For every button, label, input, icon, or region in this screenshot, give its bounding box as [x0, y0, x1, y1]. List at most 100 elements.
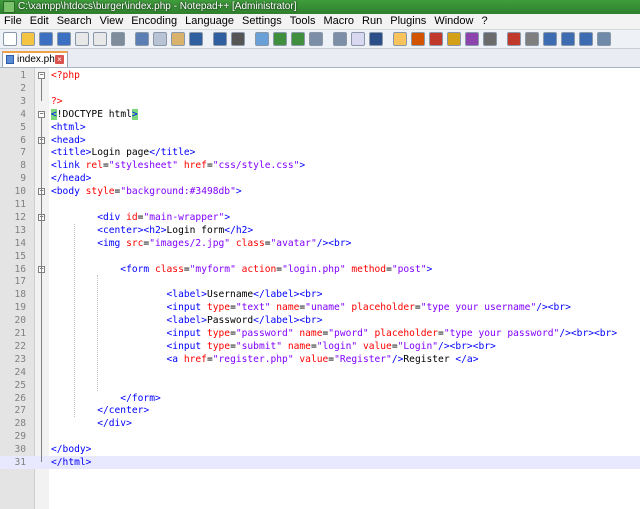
close-tab-icon[interactable]: × [55, 55, 64, 64]
save-macro-icon[interactable] [579, 32, 593, 46]
tab-index-php[interactable]: index.php × [2, 51, 68, 67]
code-line[interactable]: 6 <head> [0, 134, 640, 147]
code-token: <head> [51, 134, 86, 146]
code-token: name [270, 302, 300, 314]
code-line[interactable]: 2 [0, 82, 640, 95]
menu-encoding[interactable]: Encoding [127, 14, 181, 29]
word-wrap-icon[interactable] [351, 32, 365, 46]
launch-browser-icon[interactable] [597, 32, 611, 46]
menu-language[interactable]: Language [181, 14, 238, 29]
save-icon[interactable] [39, 32, 53, 46]
code-editor[interactable]: 1 <?php 2 3 ?> 4 <!DOCTYPE html> 5 <html> 6 <head>… [0, 68, 640, 509]
zoom-in-icon[interactable] [273, 32, 287, 46]
print-icon[interactable] [111, 32, 125, 46]
menu-search[interactable]: Search [53, 14, 96, 29]
play-macro-icon[interactable] [543, 32, 557, 46]
record-macro-icon[interactable] [507, 32, 521, 46]
code-line[interactable]: 9 </head> [0, 172, 640, 185]
code-line[interactable]: 21 <input type="password" name="pword" p… [0, 327, 640, 340]
code-line[interactable]: 23 <a href="register.php" value="Registe… [0, 353, 640, 366]
code-line[interactable]: 13 <center><h2>Login form</h2> [0, 224, 640, 237]
menu-help[interactable]: ? [477, 14, 491, 29]
code-line[interactable]: 27 </center> [0, 404, 640, 417]
indent-guide-icon[interactable] [393, 32, 407, 46]
code-line[interactable]: 12 <div id="main-wrapper"> [0, 211, 640, 224]
paste-icon[interactable] [171, 32, 185, 46]
sync-vertical-icon[interactable] [309, 32, 323, 46]
line-number: 19 [14, 302, 26, 314]
replace-icon[interactable] [255, 32, 269, 46]
menu-tools[interactable]: Tools [286, 14, 320, 29]
code-line[interactable]: 30 </body> [0, 443, 640, 456]
code-token: class [230, 237, 265, 249]
function-list-icon[interactable] [447, 32, 461, 46]
code-line[interactable]: 19 <input type="text" name="uname" place… [0, 301, 640, 314]
code-line[interactable]: 10 <body style="background:#3498db"> [0, 185, 640, 198]
code-line[interactable]: 8 <link rel="stylesheet" href="css/style.… [0, 159, 640, 172]
menu-plugins[interactable]: Plugins [386, 14, 430, 29]
monitoring-icon[interactable] [483, 32, 497, 46]
close-all-icon[interactable] [93, 32, 107, 46]
code-line[interactable]: 4 <!DOCTYPE html> [0, 108, 640, 121]
undo-icon[interactable] [189, 32, 203, 46]
code-line[interactable]: 15 [0, 250, 640, 263]
doc-map-icon[interactable] [429, 32, 443, 46]
code-token: > [299, 160, 306, 172]
code-line[interactable]: 16 <form class="myform" action="login.ph… [0, 263, 640, 276]
code-line[interactable]: 25 [0, 379, 640, 392]
code-token: action [235, 263, 277, 275]
menu-view[interactable]: View [96, 14, 128, 29]
show-all-chars-icon[interactable] [369, 32, 383, 46]
code-token: </div> [51, 418, 132, 430]
new-file-icon[interactable] [3, 32, 17, 46]
code-line[interactable]: 7 <title>Login page</title> [0, 146, 640, 159]
code-line[interactable]: 5 <html> [0, 121, 640, 134]
code-token: <form [51, 263, 155, 275]
close-icon[interactable] [75, 32, 89, 46]
user-lang-icon[interactable] [411, 32, 425, 46]
code-token: </html> [51, 457, 92, 468]
code-line[interactable]: 26 </form> [0, 392, 640, 405]
code-token: value [357, 340, 392, 352]
line-number: 28 [14, 418, 26, 430]
find-icon[interactable] [231, 32, 245, 46]
code-token: type [206, 340, 231, 352]
code-token: <div [51, 211, 127, 223]
code-line[interactable]: 31 </html> [0, 456, 640, 469]
menu-file[interactable]: File [0, 14, 26, 29]
menu-macro[interactable]: Macro [319, 14, 358, 29]
line-number: 3 [20, 95, 26, 107]
menu-run[interactable]: Run [358, 14, 386, 29]
sync-horizontal-icon[interactable] [333, 32, 347, 46]
stop-record-icon[interactable] [525, 32, 539, 46]
code-line[interactable]: 3 ?> [0, 95, 640, 108]
code-line[interactable]: 11 [0, 198, 640, 211]
open-file-icon[interactable] [21, 32, 35, 46]
cut-icon[interactable] [135, 32, 149, 46]
code-line[interactable]: 29 [0, 430, 640, 443]
menu-window[interactable]: Window [430, 14, 477, 29]
code-line[interactable]: 14 <img src="images/2.jpg" class="avatar… [0, 237, 640, 250]
zoom-out-icon[interactable] [291, 32, 305, 46]
redo-icon[interactable] [213, 32, 227, 46]
fold-toggle-icon[interactable]: − [38, 110, 45, 118]
code-line[interactable]: 22 <input type="submit" name="login" val… [0, 340, 640, 353]
code-line[interactable]: 24 [0, 366, 640, 379]
line-text: <form class="myform" action="login.php" … [51, 263, 432, 276]
save-all-icon[interactable] [57, 32, 71, 46]
code-line[interactable]: 20 <label>Password</label><br> [0, 314, 640, 327]
copy-icon[interactable] [153, 32, 167, 46]
run-macro-multiple-icon[interactable] [561, 32, 575, 46]
fold-toggle-icon[interactable]: − [38, 72, 45, 79]
folder-workspace-icon[interactable] [465, 32, 479, 46]
code-line[interactable]: 28 </div> [0, 417, 640, 430]
code-token: "type your password" [443, 328, 560, 339]
code-line[interactable]: 18 <label>Username</label><br> [0, 288, 640, 301]
menu-edit[interactable]: Edit [26, 14, 53, 29]
code-line[interactable]: 17 [0, 275, 640, 288]
line-text: <center><h2>Login form</h2> [51, 224, 253, 237]
code-token: Password [206, 315, 254, 327]
code-token: </h2> [224, 224, 254, 236]
menu-settings[interactable]: Settings [238, 14, 286, 29]
code-line[interactable]: 1 <?php [0, 69, 640, 82]
